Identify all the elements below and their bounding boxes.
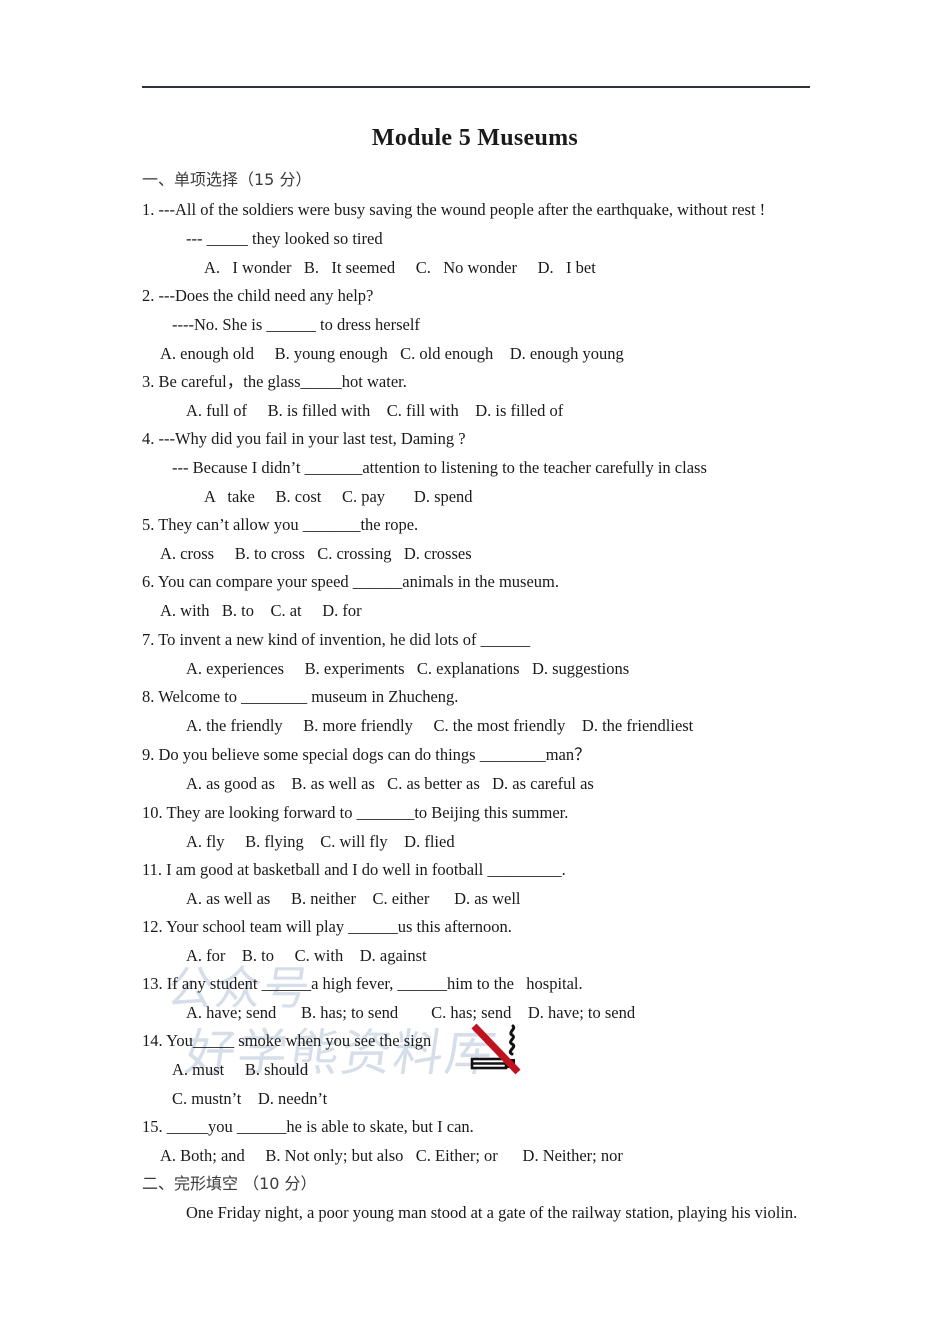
question-4-line-2: --- Because I didn’t _______attention to… [172,457,707,477]
question-13: 13. If any student ______a high fever, _… [142,970,842,1028]
question-7-line-1: 7. To invent a new kind of invention, he… [142,630,531,649]
question-12: 12. Your school team will play ______us … [142,913,842,971]
question-1: 1. ---All of the soldiers were busy savi… [142,196,842,282]
question-8-options: A. the friendly B. more friendly C. the … [186,715,694,735]
question-2-line-2: ----No. She is ______ to dress herself [172,314,420,334]
question-6: 6. You can compare your speed ______anim… [142,568,842,626]
question-8-line-1: 8. Welcome to ________ museum in Zhuchen… [142,687,459,706]
question-15-line-1: 15. _____you ______he is able to skate, … [142,1117,474,1136]
question-15-options: A. Both; and B. Not only; but also C. Ei… [160,1145,623,1165]
question-14-options-2: C. mustn’t D. needn’t [172,1088,328,1108]
question-7-options: A. experiences B. experiments C. explana… [186,658,630,678]
question-2: 2. ---Does the child need any help? ----… [142,282,842,368]
question-1-line-2: --- _____ they looked so tired [186,228,383,248]
question-2-options: A. enough old B. young enough C. old eno… [160,343,624,363]
question-9-options: A. as good as B. as well as C. as better… [186,773,594,793]
header-rule [142,86,810,88]
question-3-line-1: 3. Be careful，the glass_____hot water. [142,372,407,391]
question-8: 8. Welcome to ________ museum in Zhuchen… [142,683,842,741]
question-3: 3. Be careful，the glass_____hot water. A… [142,368,842,426]
question-10-line-1: 10. They are looking forward to _______t… [142,803,569,822]
page-title: Module 5 Museums [371,125,579,151]
question-6-line-1: 6. You can compare your speed ______anim… [142,572,560,591]
question-5-line-1: 5. They can’t allow you _______the rope. [142,515,419,534]
question-12-options: A. for B. to C. with D. against [186,945,427,965]
question-4-options: A take B. cost C. pay D. spend [204,486,473,506]
section-heading-2-wrap: 二、完形填空 （10 分） [142,1170,842,1199]
question-12-line-1: 12. Your school team will play ______us … [142,917,512,936]
question-13-line-1: 13. If any student ______a high fever, _… [142,974,583,993]
question-9: 9. Do you believe some special dogs can … [142,741,842,799]
question-6-options: A. with B. to C. at D. for [160,600,362,620]
question-10-options: A. fly B. flying C. will fly D. flied [186,831,455,851]
question-11-options: A. as well as B. neither C. either D. as… [186,888,521,908]
question-4: 4. ---Why did you fail in your last test… [142,425,842,511]
question-11-line-1: 11. I am good at basketball and I do wel… [142,860,566,879]
section-2-body-wrap: One Friday night, a poor young man stood… [142,1199,842,1228]
question-11: 11. I am good at basketball and I do wel… [142,856,842,914]
section-heading-1-wrap: 一、单项选择（15 分） [142,166,842,195]
question-1-options: A. I wonder B. It seemed C. No wonder D.… [204,257,596,277]
question-2-line-1: 2. ---Does the child need any help? [142,286,374,305]
question-1-line-1: 1. ---All of the soldiers were busy savi… [142,200,766,219]
section-heading-2: 二、完形填空 （10 分） [142,1174,317,1193]
document-page: 公众号 好学熊资料库 Module 5 Museums 一、单项选择（15 分）… [0,0,950,1344]
question-15: 15. _____you ______he is able to skate, … [142,1113,842,1171]
question-10: 10. They are looking forward to _______t… [142,799,842,857]
section-heading-1: 一、单项选择（15 分） [142,170,312,189]
question-5: 5. They can’t allow you _______the rope.… [142,511,842,569]
question-5-options: A. cross B. to cross C. crossing D. cros… [160,543,472,563]
no-smoking-sign-icon [470,1023,521,1075]
question-7: 7. To invent a new kind of invention, he… [142,626,842,684]
question-9-line-1: 9. Do you believe some special dogs can … [142,745,591,764]
question-3-options: A. full of B. is filled with C. fill wit… [186,400,564,420]
cloze-passage-text: One Friday night, a poor young man stood… [186,1203,798,1222]
question-4-line-1: 4. ---Why did you fail in your last test… [142,429,466,448]
